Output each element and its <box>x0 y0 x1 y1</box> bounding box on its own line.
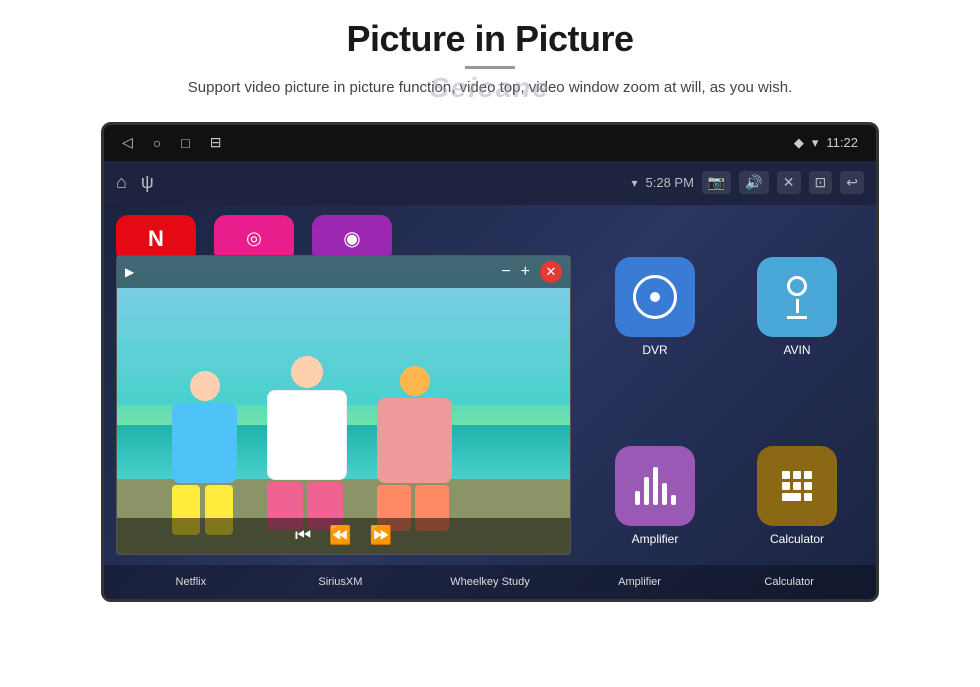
page-title: Picture in Picture <box>188 18 792 60</box>
title-divider <box>465 66 515 69</box>
menu-icon[interactable]: ⊟ <box>210 134 222 151</box>
camera-icon[interactable]: 📷 <box>702 171 731 194</box>
amp-bar-2 <box>644 477 649 505</box>
pip-controls-right: − + ✕ <box>501 261 562 283</box>
home-icon[interactable]: ⌂ <box>116 172 127 193</box>
app-item-avin[interactable]: AVIN <box>730 217 864 398</box>
calc-grid-icon <box>778 467 816 505</box>
avin-circle <box>787 276 807 296</box>
wifi-icon: ▾ <box>812 135 819 151</box>
header-section: Picture in Picture Seicane Support video… <box>188 0 792 122</box>
nav-icons: ◁ ○ □ ⊟ <box>122 134 221 151</box>
avin-base <box>787 316 807 319</box>
dvr-inner-icon <box>633 275 677 319</box>
calculator-icon <box>757 446 837 526</box>
usb-icon: ψ <box>141 172 154 193</box>
status-right: ◆ ▾ 11:22 <box>794 135 858 151</box>
top-bar-time: 5:28 PM <box>646 175 694 190</box>
pip-icon[interactable]: ⊡ <box>809 171 833 194</box>
pip-prev-btn[interactable]: ⏮ <box>295 525 311 546</box>
label-amplifier: Amplifier <box>565 576 715 588</box>
top-bar: ⌂ ψ ▾ 5:28 PM 📷 🔊 ✕ ⊡ ↩ <box>104 161 876 205</box>
amplifier-label: Amplifier <box>632 532 679 546</box>
recents-icon[interactable]: □ <box>181 135 189 151</box>
pip-forward-btn[interactable]: ⏩ <box>370 525 392 546</box>
avin-inner-icon <box>787 276 807 319</box>
home-circle-icon[interactable]: ○ <box>153 135 161 151</box>
main-content: N ◎ ◉ <box>104 205 876 599</box>
pip-bottom-bar: ⏮ ⏪ ⏩ <box>117 518 570 554</box>
pip-top-bar: ▶ − + ✕ <box>117 256 570 288</box>
top-bar-right: ▾ 5:28 PM 📷 🔊 ✕ ⊡ ↩ <box>631 171 864 194</box>
bottom-labels: Netflix SiriusXM Wheelkey Study Amplifie… <box>104 565 876 599</box>
location-icon: ◆ <box>794 135 804 151</box>
app-item-dvr[interactable]: DVR <box>588 217 722 398</box>
volume-icon[interactable]: 🔊 <box>739 171 768 194</box>
avin-label: AVIN <box>783 343 810 357</box>
dvr-label: DVR <box>642 343 667 357</box>
avin-icon <box>757 257 837 337</box>
avin-stem <box>796 299 799 313</box>
person-3 <box>377 366 452 526</box>
label-sirius: SiriusXM <box>266 576 416 588</box>
back-arrow-icon[interactable]: ↩ <box>840 171 864 194</box>
label-netflix: Netflix <box>116 576 266 588</box>
amp-bar-3 <box>653 467 658 505</box>
video-scene <box>117 256 570 554</box>
pip-rewind-btn[interactable]: ⏪ <box>329 525 351 546</box>
status-time: 11:22 <box>826 135 858 150</box>
dvr-icon <box>615 257 695 337</box>
app-item-calculator[interactable]: Calculator <box>730 406 864 587</box>
amplifier-icon <box>615 446 695 526</box>
subtitle: Support video picture in picture functio… <box>188 77 792 100</box>
person-1 <box>172 371 237 526</box>
device-frame: ◁ ○ □ ⊟ ◆ ▾ 11:22 ⌂ ψ ▾ 5:28 PM 📷 🔊 <box>101 122 879 602</box>
pip-close-btn[interactable]: ✕ <box>540 261 562 283</box>
label-calculator: Calculator <box>714 576 864 588</box>
amp-bars-icon <box>635 467 676 505</box>
calculator-label: Calculator <box>770 532 824 546</box>
pip-plus-btn[interactable]: + <box>521 263 530 281</box>
close-icon[interactable]: ✕ <box>777 171 801 194</box>
pip-container[interactable]: ▶ − + ✕ ⏮ ⏪ ⏩ <box>116 255 571 555</box>
pip-minus-btn[interactable]: − <box>501 263 510 281</box>
page-container: Picture in Picture Seicane Support video… <box>0 0 980 687</box>
status-bar: ◁ ○ □ ⊟ ◆ ▾ 11:22 <box>104 125 876 161</box>
wifi-status-icon: ▾ <box>631 176 637 190</box>
pip-small-icon: ▶ <box>125 265 134 279</box>
amp-bar-5 <box>671 495 676 505</box>
top-bar-left: ⌂ ψ <box>116 172 154 193</box>
person-2 <box>267 356 347 526</box>
app-grid: DVR AVIN <box>576 205 876 599</box>
app-item-amplifier[interactable]: Amplifier <box>588 406 722 587</box>
amp-bar-1 <box>635 491 640 505</box>
back-icon[interactable]: ◁ <box>122 134 133 151</box>
label-wheelkey: Wheelkey Study <box>415 576 565 588</box>
amp-bar-4 <box>662 483 667 505</box>
dvr-dot <box>650 292 660 302</box>
